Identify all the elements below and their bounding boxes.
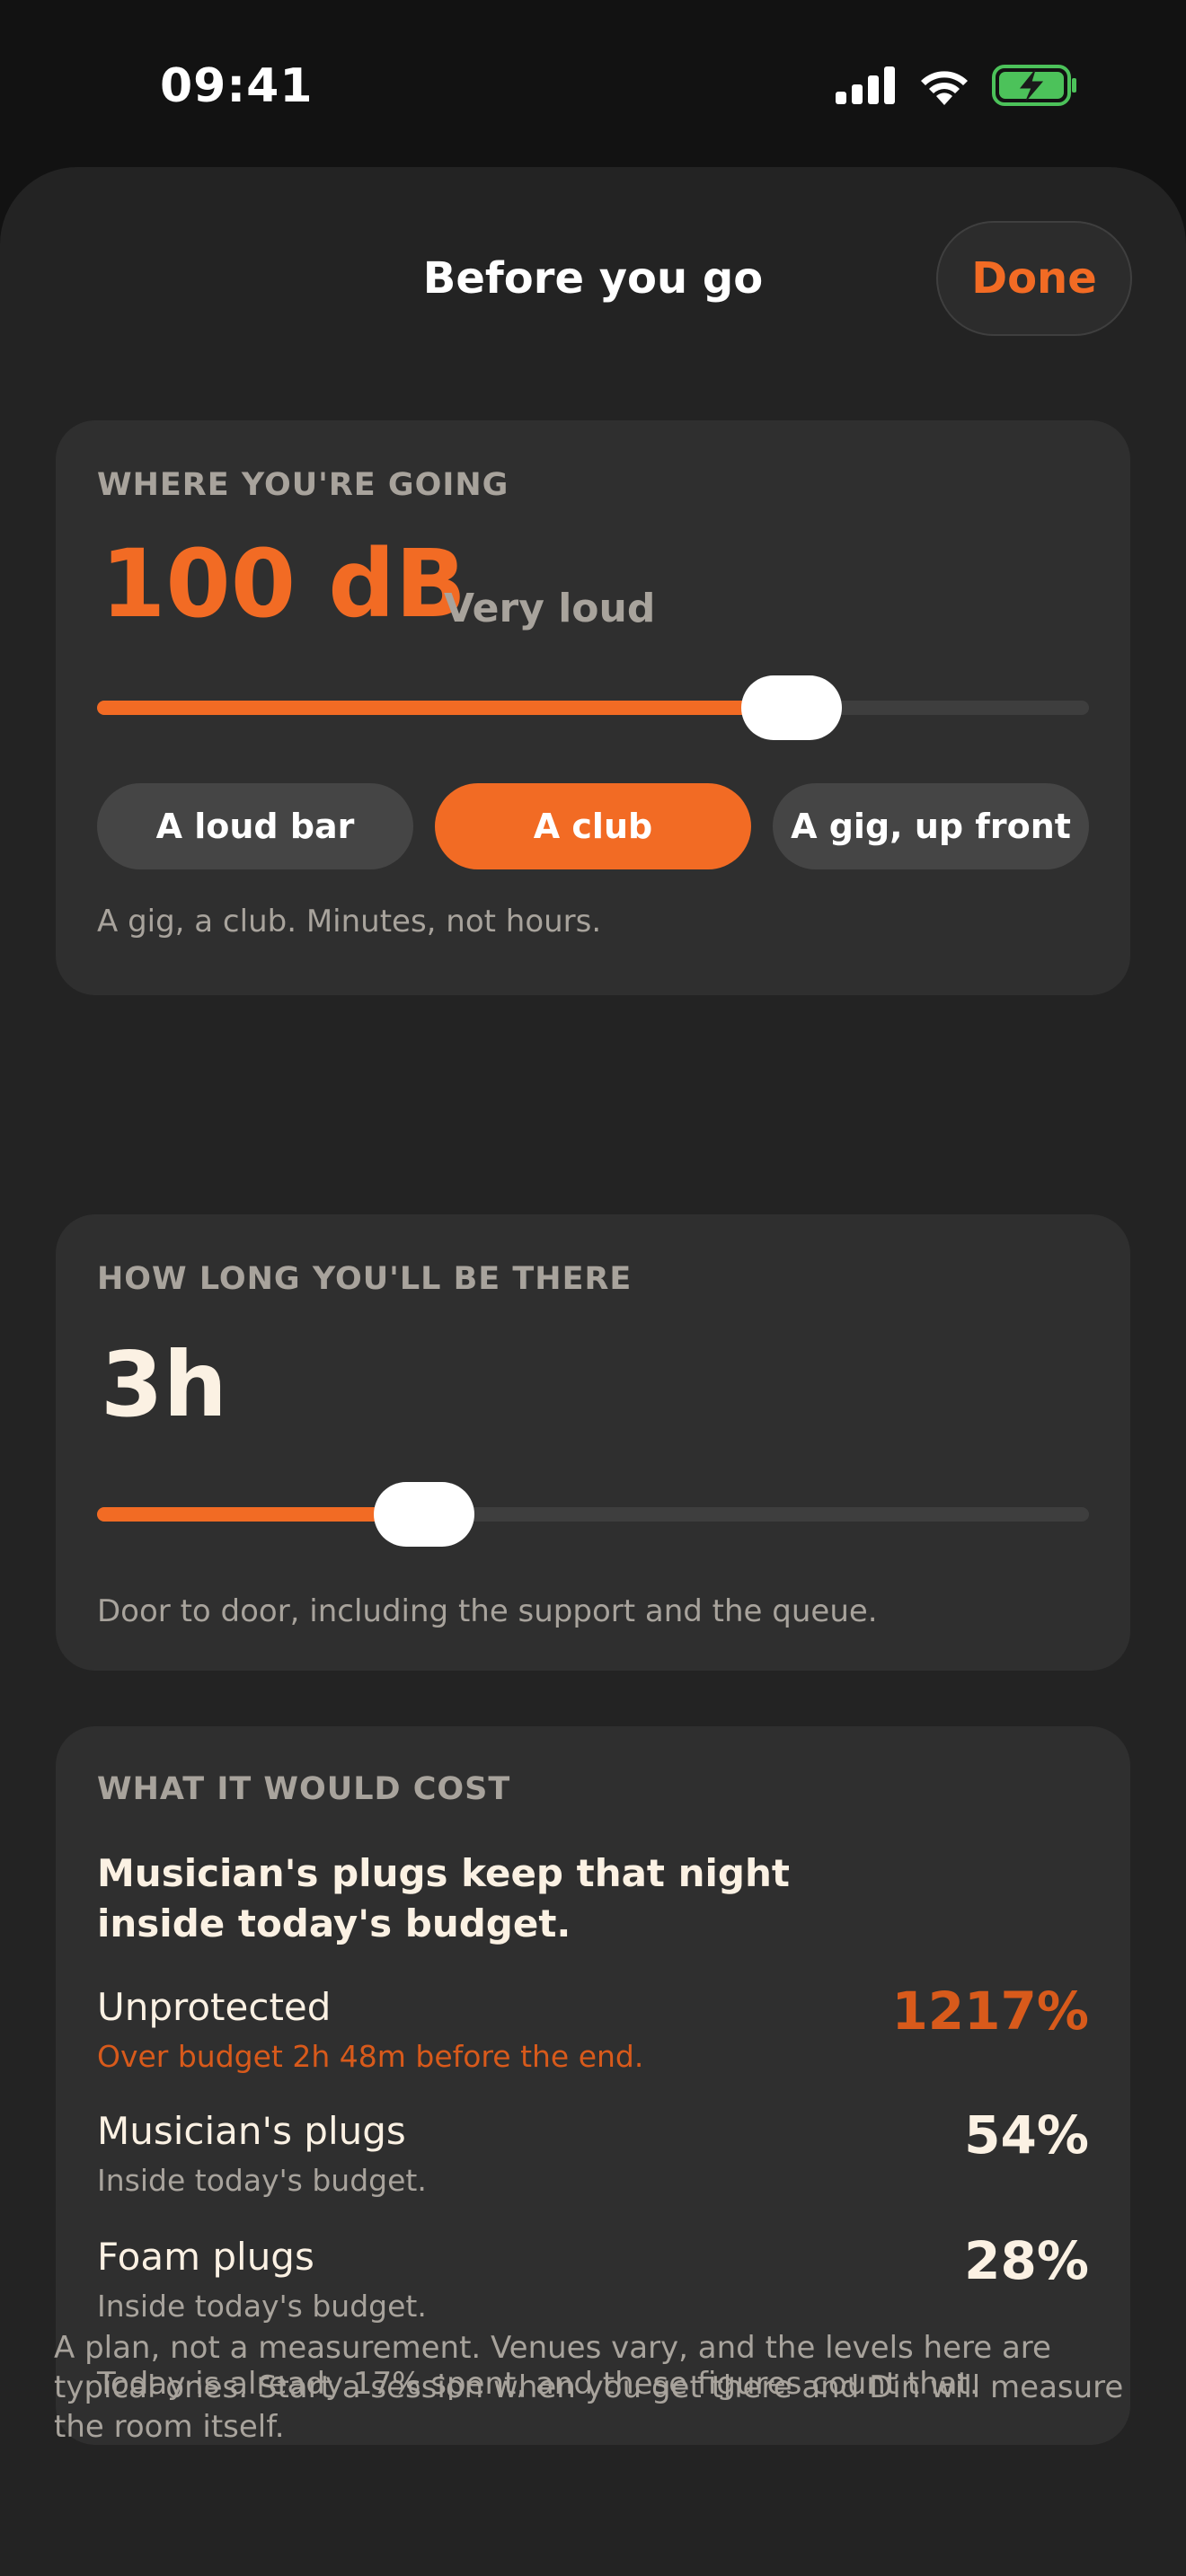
cost-section-label: WHAT IT WOULD COST — [97, 1771, 511, 1807]
venue-option-loud-bar[interactable]: A loud bar — [97, 783, 413, 869]
cost-row-unprotected: Unprotected Over budget 2h 48m before th… — [97, 1985, 1089, 2084]
sound-level-value: 100 dB — [101, 529, 467, 639]
cost-row-detail: Inside today's budget. — [97, 2289, 427, 2324]
duration-value: 3h — [101, 1332, 227, 1437]
status-icons — [836, 65, 1078, 110]
cost-row-musicians-plugs: Musician's plugs Inside today's budget. … — [97, 2109, 1089, 2208]
cost-row-name: Musician's plugs — [97, 2109, 406, 2153]
planner-sheet: Before you go Done WHERE YOU'RE GOING 10… — [0, 167, 1186, 2576]
done-button[interactable]: Done — [936, 221, 1132, 336]
duration-section-label: HOW LONG YOU'LL BE THERE — [97, 1261, 633, 1297]
cost-row-percent: 54% — [964, 2104, 1089, 2166]
cost-row-percent: 28% — [964, 2230, 1089, 2291]
duration-slider[interactable] — [97, 1482, 1089, 1547]
cost-verdict: Musician's plugs keep that night inside … — [97, 1851, 790, 1945]
sound-level-description: Very loud — [444, 586, 656, 631]
status-bar: 09:41 — [0, 0, 1186, 167]
planner-footnote: A plan, not a measurement. Venues vary, … — [54, 2330, 1124, 2445]
cost-row-name: Foam plugs — [97, 2235, 314, 2279]
sound-level-slider[interactable] — [97, 675, 1089, 740]
wifi-icon — [916, 66, 972, 109]
cost-row-detail: Over budget 2h 48m before the end. — [97, 2039, 644, 2074]
cost-row-percent: 1217% — [891, 1981, 1089, 2042]
battery-charging-icon — [992, 65, 1078, 110]
venue-option-gig-up-front[interactable]: A gig, up front — [773, 783, 1089, 869]
venue-card: WHERE YOU'RE GOING 100 dB Very loud A lo… — [56, 420, 1130, 995]
venue-caption: A gig, a club. Minutes, not hours. — [97, 904, 602, 940]
venue-option-club[interactable]: A club — [435, 783, 751, 869]
duration-caption: Door to door, including the support and … — [97, 1593, 878, 1629]
sound-level-slider-thumb[interactable] — [741, 675, 842, 740]
cost-row-detail: Inside today's budget. — [97, 2163, 427, 2198]
duration-slider-thumb[interactable] — [374, 1482, 474, 1547]
venue-options: A loud bar A club A gig, up front — [97, 783, 1089, 869]
cost-row-foam-plugs: Foam plugs Inside today's budget. 28% — [97, 2235, 1089, 2333]
signal-icon — [836, 66, 897, 108]
cost-row-name: Unprotected — [97, 1985, 332, 2029]
status-time: 09:41 — [160, 59, 314, 113]
venue-section-label: WHERE YOU'RE GOING — [97, 467, 509, 503]
duration-card: HOW LONG YOU'LL BE THERE 3h Door to door… — [56, 1214, 1130, 1671]
sound-level-slider-fill — [97, 701, 792, 715]
sheet-header: Before you go Done — [0, 167, 1186, 338]
